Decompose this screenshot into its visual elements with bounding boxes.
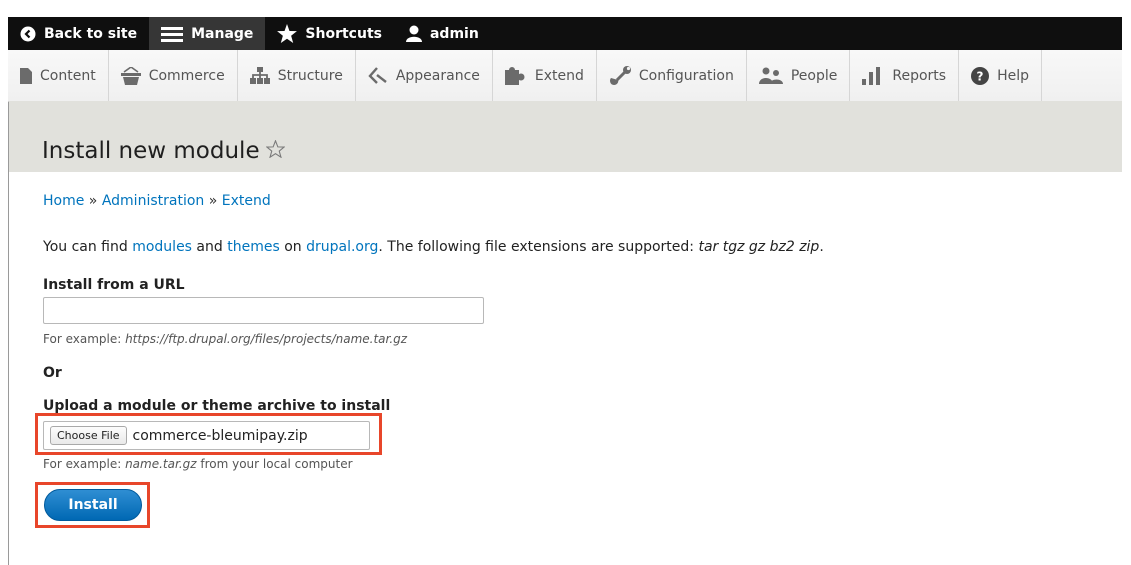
drupal-org-link[interactable]: drupal.org: [306, 239, 378, 255]
url-field-label: Install from a URL: [43, 277, 185, 293]
page-header: Install new module: [9, 101, 1122, 172]
url-desc-example: https://ftp.drupal.org/files/projects/na…: [125, 332, 408, 346]
shortcuts-label: Shortcuts: [305, 25, 382, 42]
add-shortcut-star-icon[interactable]: [265, 139, 286, 163]
breadcrumb-separator: »: [88, 193, 98, 209]
tray-label-appearance: Appearance: [395, 67, 480, 84]
upload-desc-example: name.tar.gz: [125, 457, 197, 471]
upload-highlight-box: [35, 413, 382, 455]
manage-label: Manage: [191, 25, 254, 42]
breadcrumb-separator: »: [208, 193, 218, 209]
modules-link[interactable]: modules: [132, 239, 192, 255]
tray-item-commerce[interactable]: Commerce: [109, 50, 238, 101]
tray-item-appearance[interactable]: Appearance: [356, 50, 493, 101]
breadcrumb-extend[interactable]: Extend: [222, 193, 271, 209]
hamburger-icon: [161, 26, 184, 42]
intro-part2: and: [191, 239, 228, 255]
svg-text:?: ?: [977, 69, 984, 83]
install-highlight-box: [35, 482, 150, 528]
tray-label-structure: Structure: [277, 67, 343, 84]
user-tab[interactable]: admin: [394, 17, 491, 50]
or-label: Or: [43, 365, 62, 381]
tray-item-content[interactable]: Content: [8, 50, 109, 101]
breadcrumb-home[interactable]: Home: [43, 193, 84, 209]
tray-item-extend[interactable]: Extend: [493, 50, 597, 101]
admin-toolbar: Back to site Manage Shortcuts admin: [8, 17, 1122, 50]
back-to-site-label: Back to site: [44, 25, 138, 42]
upload-field-label: Upload a module or theme archive to inst…: [43, 398, 391, 414]
intro-part1: You can find: [43, 239, 133, 255]
tray-item-help[interactable]: ? Help: [959, 50, 1042, 101]
url-desc-prefix: For example:: [43, 332, 126, 346]
upload-field-description: For example: name.tar.gz from your local…: [43, 457, 353, 471]
bar-chart-icon: [862, 66, 884, 85]
tray-label-reports: Reports: [892, 67, 947, 84]
url-input[interactable]: [43, 297, 484, 324]
tray-label-extend: Extend: [534, 67, 584, 84]
wrench-icon: [609, 65, 631, 86]
tray-label-help: Help: [997, 67, 1029, 84]
url-field-description: For example: https://ftp.drupal.org/file…: [43, 332, 407, 346]
intro-part4: . The following file extensions are supp…: [378, 239, 699, 255]
tray-item-configuration[interactable]: Configuration: [597, 50, 747, 101]
tray-label-commerce: Commerce: [148, 67, 225, 84]
star-icon: [277, 24, 298, 43]
question-icon: ?: [971, 66, 990, 85]
back-to-site-link[interactable]: Back to site: [8, 17, 149, 50]
supported-extensions: tar tgz gz bz2 zip: [698, 239, 820, 255]
tray-item-people[interactable]: People: [747, 50, 851, 101]
intro-part3: on: [279, 239, 307, 255]
tray-label-content: Content: [40, 67, 96, 84]
breadcrumb-administration[interactable]: Administration: [102, 193, 204, 209]
tray-label-configuration: Configuration: [638, 67, 734, 84]
breadcrumb: Home » Administration » Extend: [43, 193, 271, 209]
people-icon: [758, 67, 783, 85]
page-title: Install new module: [42, 138, 286, 164]
intro-text: You can find modules and themes on drupa…: [43, 239, 824, 255]
user-label: admin: [429, 25, 479, 42]
manage-tab[interactable]: Manage: [149, 17, 266, 50]
upload-desc-suffix: from your local computer: [196, 457, 353, 471]
basket-icon: [120, 66, 141, 85]
themes-link[interactable]: themes: [227, 239, 280, 255]
upload-desc-prefix: For example:: [43, 457, 126, 471]
paintbrush-icon: [368, 66, 388, 85]
user-icon: [405, 25, 422, 42]
intro-part5: .: [819, 239, 824, 255]
chevron-left-circle-icon: [20, 26, 36, 42]
tray-item-structure[interactable]: Structure: [238, 50, 356, 101]
tray-label-people: People: [790, 67, 838, 84]
page-title-text: Install new module: [42, 138, 260, 164]
puzzle-icon: [504, 66, 527, 85]
shortcuts-tab[interactable]: Shortcuts: [265, 17, 394, 50]
sitemap-icon: [249, 66, 270, 85]
admin-tray-menu: Content Commerce Structure Appearance Ex…: [8, 50, 1122, 102]
tray-item-reports[interactable]: Reports: [850, 50, 960, 101]
page-icon: [20, 67, 32, 84]
